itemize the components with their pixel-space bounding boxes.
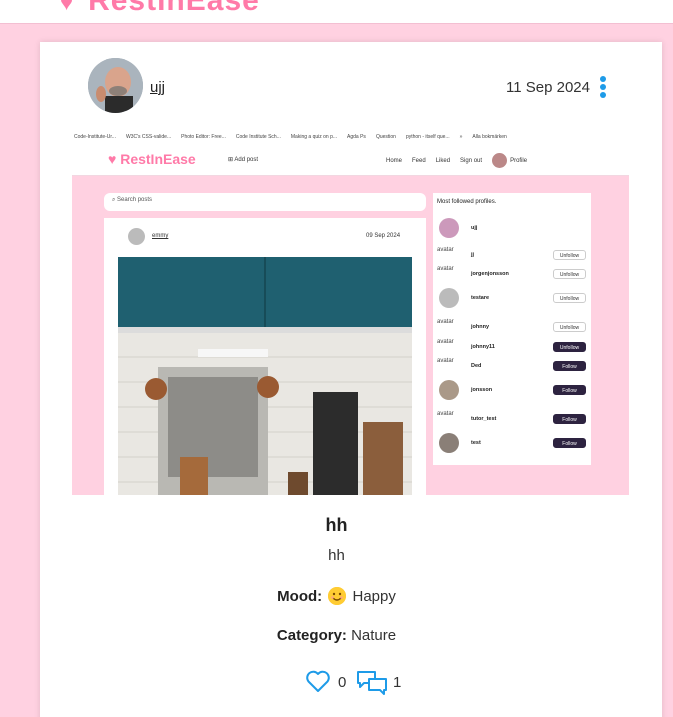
post-image: Code-Institute-Ur... W3C's CSS-valide... P…: [72, 130, 629, 495]
image-post-date: 09 Sep 2024: [366, 233, 401, 239]
image-profile-row: jonsson Follow: [433, 380, 591, 400]
comments-icon[interactable]: [355, 668, 389, 696]
category-value: Nature: [351, 627, 397, 644]
likes-count: 0: [338, 674, 347, 691]
image-post: emmy 09 Sep 2024: [104, 218, 426, 495]
post-body: hh: [328, 547, 345, 564]
top-navbar: ♥ RestInEase: [0, 0, 673, 24]
author-username[interactable]: ujj: [150, 79, 165, 96]
post-category: Category: Nature: [0, 627, 673, 644]
image-nav-links: Home Feed Liked Sign out Profile: [386, 153, 537, 168]
image-profile-row: avatar johnny Unfollow: [433, 317, 591, 337]
brand-name: RestInEase: [88, 0, 260, 17]
comments-count: 1: [393, 674, 402, 691]
image-profile-row: avatar jorgenjonsson Unfollow: [433, 264, 591, 284]
image-post-avatar: [128, 228, 145, 245]
author-avatar[interactable]: [88, 58, 143, 113]
image-profile-row: avatar jj Unfollow: [433, 245, 591, 265]
image-profile-row: avatar johnny11 Unfollow: [433, 337, 591, 357]
image-bookmarks-bar: Code-Institute-Ur... W3C's CSS-valide... P…: [72, 130, 629, 144]
image-profile-row: avatar tutor_test Follow: [433, 409, 591, 429]
image-profile-row: testare Unfollow: [433, 288, 591, 308]
post-mood: Mood: Happy: [0, 587, 673, 605]
post-date: 11 Sep 2024: [506, 79, 590, 96]
smile-emoji-icon: [328, 587, 347, 605]
image-brand: ♥ RestInEase: [108, 151, 196, 167]
post-reactions: 0 1: [305, 668, 425, 698]
image-search: ⌕ Search posts: [104, 193, 426, 211]
image-profile-row: avatar Ded Follow: [433, 356, 591, 376]
image-navbar: ♥ RestInEase ⊞ Add post Home Feed Liked Sig…: [72, 144, 629, 176]
like-heart-icon[interactable]: [305, 668, 331, 694]
image-profile-row: test Follow: [433, 433, 591, 453]
image-profile-row: ujj: [433, 218, 591, 238]
coffee-machine-photo: [118, 257, 412, 495]
heart-logo-icon: ♥: [60, 0, 75, 15]
image-most-followed: Most followed profiles. ujj avatar jj Unfo…: [433, 193, 591, 465]
post-options-icon[interactable]: [597, 76, 609, 100]
category-label: Category:: [276, 627, 347, 644]
brand-logo[interactable]: ♥ RestInEase: [60, 0, 260, 18]
image-add-post: ⊞ Add post: [228, 157, 259, 163]
mood-label: Mood:: [277, 588, 323, 605]
image-post-user: emmy: [152, 233, 169, 239]
mood-value: Happy: [352, 588, 396, 605]
post-title: hh: [325, 515, 348, 535]
